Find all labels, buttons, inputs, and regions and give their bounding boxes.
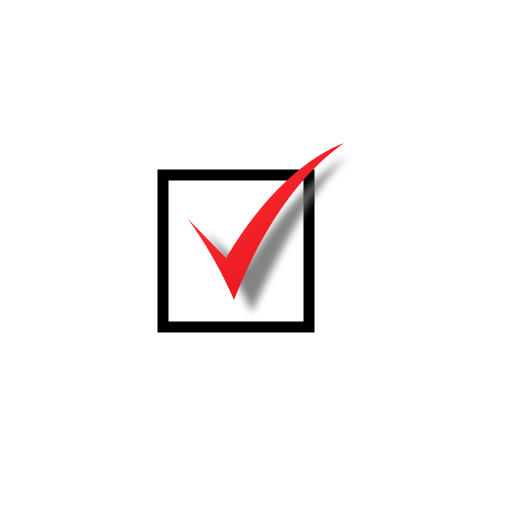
checked-checkbox-icon (157, 143, 348, 333)
checkbox-graphic (0, 0, 512, 512)
